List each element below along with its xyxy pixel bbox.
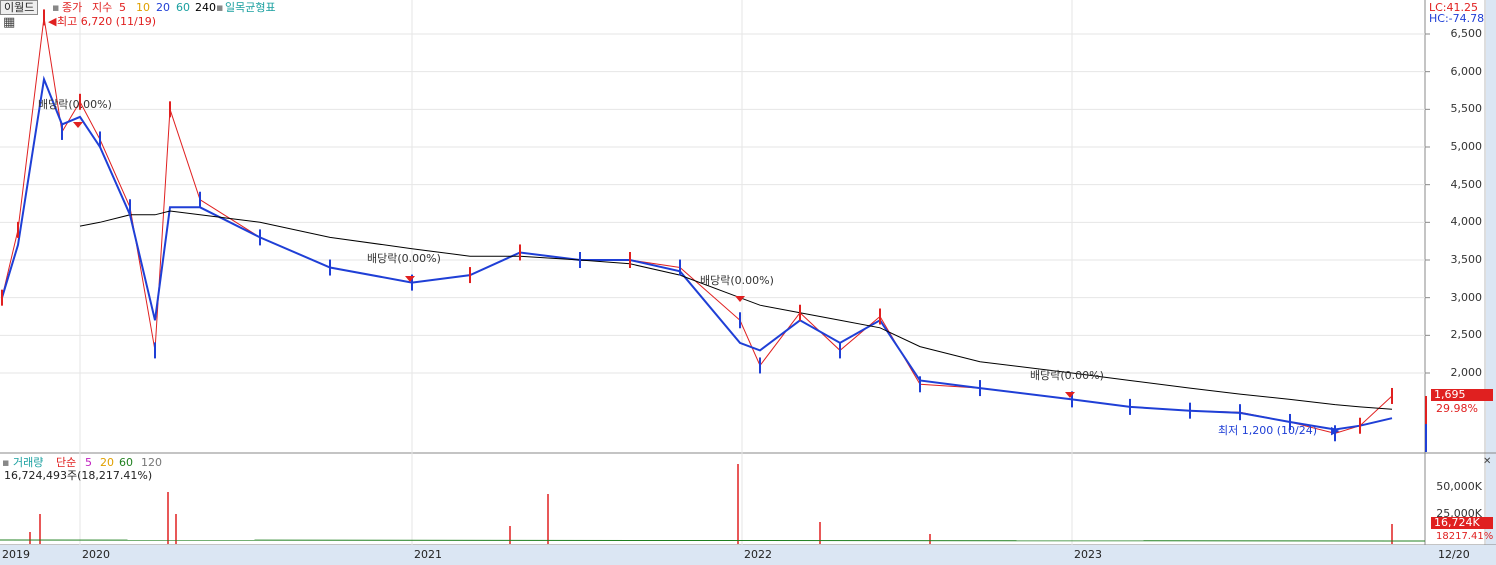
price-label[interactable]: 종가 — [62, 1, 82, 14]
y-tick-label: 3,500 — [1450, 253, 1483, 266]
volume-last-value: 16,724,493주(18,217.41%) — [4, 469, 153, 482]
color-swatch-icon: ▪ — [216, 1, 224, 14]
grid-toggle-icon[interactable]: ▦ — [3, 16, 15, 29]
low-annotation: 최저 1,200 (10/24) — [1218, 424, 1318, 437]
volume-tag: 16,724K — [1431, 517, 1493, 529]
y-tick-label: 4,000 — [1450, 215, 1483, 229]
volume-ma-line — [0, 539, 1426, 542]
x-axis-label: 2023 — [1074, 548, 1102, 561]
dividend-label: 배당락(0.00%) — [1030, 369, 1104, 382]
ma-period-5[interactable]: 5 — [119, 1, 126, 14]
ma-label[interactable]: 지수 — [92, 1, 112, 14]
low-arrow-icon: ▶ — [1331, 424, 1340, 437]
close-panel-icon[interactable]: ✕ — [1483, 455, 1491, 468]
x-axis-label: 2022 — [744, 548, 772, 561]
current-price-tag: 1,695 — [1431, 389, 1493, 401]
x-axis-last-date: 12/20 — [1438, 548, 1470, 561]
period-button[interactable]: 이월드 — [0, 0, 39, 15]
y-tick-label: 6,500 — [1450, 27, 1483, 40]
y-tick-label: 2,500 — [1450, 328, 1483, 342]
y-tick-label: 5,500 — [1450, 102, 1483, 116]
volume-title[interactable]: 거래량 — [13, 456, 43, 469]
dividend-label: 배당락(0.00%) — [700, 274, 774, 287]
y-tick-label: 4,500 — [1450, 177, 1483, 191]
ma-period-240[interactable]: 240 — [195, 1, 216, 14]
y-tick-label: 6,000 — [1450, 64, 1483, 78]
dividend-label: 배당락(0.00%) — [367, 252, 441, 265]
x-axis-label: 2020 — [82, 548, 110, 561]
y-tick-label: 2,000 — [1450, 366, 1483, 379]
price-change-pct: 29.98% — [1436, 402, 1478, 415]
volume-tag-pct: 18217.41% — [1436, 531, 1494, 542]
color-swatch-icon: ▪ — [52, 1, 60, 14]
volume-ma-5[interactable]: 5 — [85, 456, 92, 469]
y-tick-label: 3,000 — [1450, 290, 1483, 304]
volume-axis-label: 50,000K — [1436, 480, 1482, 493]
y-tick-label: 5,000 — [1450, 140, 1483, 153]
volume-ma-60[interactable]: 60 — [119, 456, 133, 469]
color-swatch-icon: ▪ — [2, 456, 10, 469]
volume-ma-120[interactable]: 120 — [141, 456, 162, 469]
high-arrow-icon: ◀ — [48, 15, 57, 28]
x-axis-label: 2019 — [2, 548, 30, 561]
hc-stat: HC:-74.78 — [1429, 12, 1485, 25]
volume-ma-label[interactable]: 단순 — [56, 456, 76, 469]
ma-period-20[interactable]: 20 — [156, 1, 170, 14]
x-axis-label: 2021 — [414, 548, 442, 561]
ma-period-10[interactable]: 10 — [136, 1, 150, 14]
volume-ma-20[interactable]: 20 — [100, 456, 114, 469]
dividend-label: 배당락(0.00%) — [38, 98, 112, 111]
ma-period-60[interactable]: 60 — [176, 1, 190, 14]
ichimoku-label[interactable]: 일목균형표 — [225, 1, 276, 14]
high-annotation: 최고 6,720 (11/19) — [57, 15, 157, 28]
